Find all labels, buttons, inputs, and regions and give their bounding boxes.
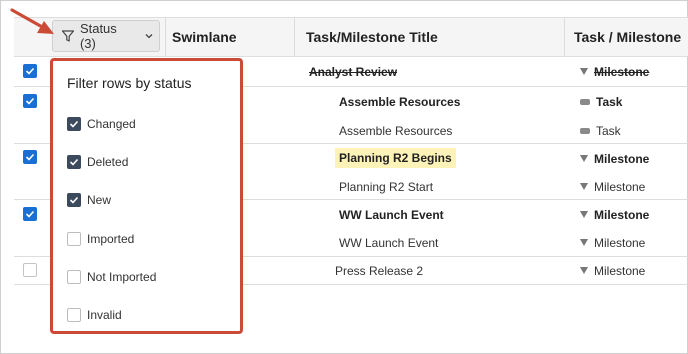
check-icon: [69, 120, 79, 128]
milestone-triangle-icon: [580, 239, 588, 246]
option-checkbox[interactable]: [67, 270, 81, 284]
type-cell: Milestone: [580, 152, 649, 166]
type-label: Milestone: [594, 264, 646, 278]
option-label: Deleted: [87, 155, 129, 169]
filter-option-new[interactable]: New: [67, 191, 111, 209]
task-title[interactable]: Assemble Resources: [339, 124, 452, 138]
type-cell: Task: [580, 124, 621, 138]
option-label: Changed: [87, 117, 136, 131]
option-checkbox[interactable]: [67, 193, 81, 207]
task-title[interactable]: Planning R2 Start: [339, 180, 433, 194]
milestone-triangle-icon: [580, 211, 588, 218]
option-checkbox[interactable]: [67, 155, 81, 169]
row-select-checkbox[interactable]: [23, 94, 37, 108]
popup-title: Filter rows by status: [67, 75, 192, 91]
type-cell: Milestone: [580, 65, 649, 79]
column-divider[interactable]: [294, 18, 295, 56]
callout-arrow-icon: [10, 8, 54, 34]
status-filter-popup: Filter rows by status Changed Deleted Ne…: [50, 58, 243, 334]
option-label: Invalid: [87, 308, 122, 322]
column-header-title[interactable]: Task/Milestone Title: [306, 18, 438, 56]
check-icon: [25, 153, 35, 161]
filter-option-deleted[interactable]: Deleted: [67, 153, 128, 171]
type-label: Task: [596, 95, 623, 109]
type-label: Milestone: [594, 180, 646, 194]
type-cell: Milestone: [580, 208, 649, 222]
task-title[interactable]: WW Launch Event: [339, 208, 444, 222]
option-label: New: [87, 193, 112, 207]
row-select-checkbox[interactable]: [23, 64, 37, 78]
type-label: Milestone: [594, 65, 650, 79]
chevron-down-icon: [145, 34, 153, 39]
type-cell: Milestone: [580, 180, 645, 194]
task-title[interactable]: Press Release 2: [335, 264, 423, 278]
milestone-triangle-icon: [580, 183, 588, 190]
task-title[interactable]: WW Launch Event: [339, 236, 438, 250]
task-bar-icon: [580, 99, 590, 105]
type-label: Task: [596, 124, 621, 138]
task-title-highlighted[interactable]: Planning R2 Begins: [335, 148, 456, 168]
filter-option-changed[interactable]: Changed: [67, 115, 136, 133]
column-divider[interactable]: [564, 18, 565, 56]
check-icon: [25, 67, 35, 75]
type-label: Milestone: [594, 152, 650, 166]
milestone-triangle-icon: [580, 155, 588, 162]
check-icon: [25, 210, 35, 218]
option-label: Imported: [87, 232, 135, 246]
column-header-type[interactable]: Task / Milestone: [574, 18, 681, 56]
filter-option-imported[interactable]: Imported: [67, 230, 134, 248]
milestone-triangle-icon: [580, 267, 588, 274]
status-filter-label: Status (3): [79, 21, 117, 51]
type-cell: Task: [580, 95, 622, 109]
column-divider[interactable]: [165, 18, 166, 56]
option-checkbox[interactable]: [67, 117, 81, 131]
filter-option-invalid[interactable]: Invalid: [67, 306, 122, 324]
column-header-swimlane[interactable]: Swimlane: [172, 18, 237, 56]
row-select-checkbox[interactable]: [23, 263, 37, 277]
option-checkbox[interactable]: [67, 308, 81, 322]
row-select-checkbox[interactable]: [23, 150, 37, 164]
type-label: Milestone: [594, 236, 646, 250]
task-title[interactable]: Analyst Review: [309, 65, 397, 79]
milestone-triangle-icon: [580, 68, 588, 75]
type-label: Milestone: [594, 208, 650, 222]
task-bar-icon: [580, 128, 590, 134]
type-cell: Milestone: [580, 236, 645, 250]
task-title-text: Planning R2 Begins: [335, 148, 456, 168]
option-checkbox[interactable]: [67, 232, 81, 246]
filter-option-not-imported[interactable]: Not Imported: [67, 268, 156, 286]
check-icon: [69, 158, 79, 166]
check-icon: [69, 196, 79, 204]
option-label: Not Imported: [87, 270, 157, 284]
type-cell: Milestone: [580, 264, 645, 278]
check-icon: [25, 97, 35, 105]
task-title[interactable]: Assemble Resources: [339, 95, 460, 109]
row-select-checkbox[interactable]: [23, 207, 37, 221]
